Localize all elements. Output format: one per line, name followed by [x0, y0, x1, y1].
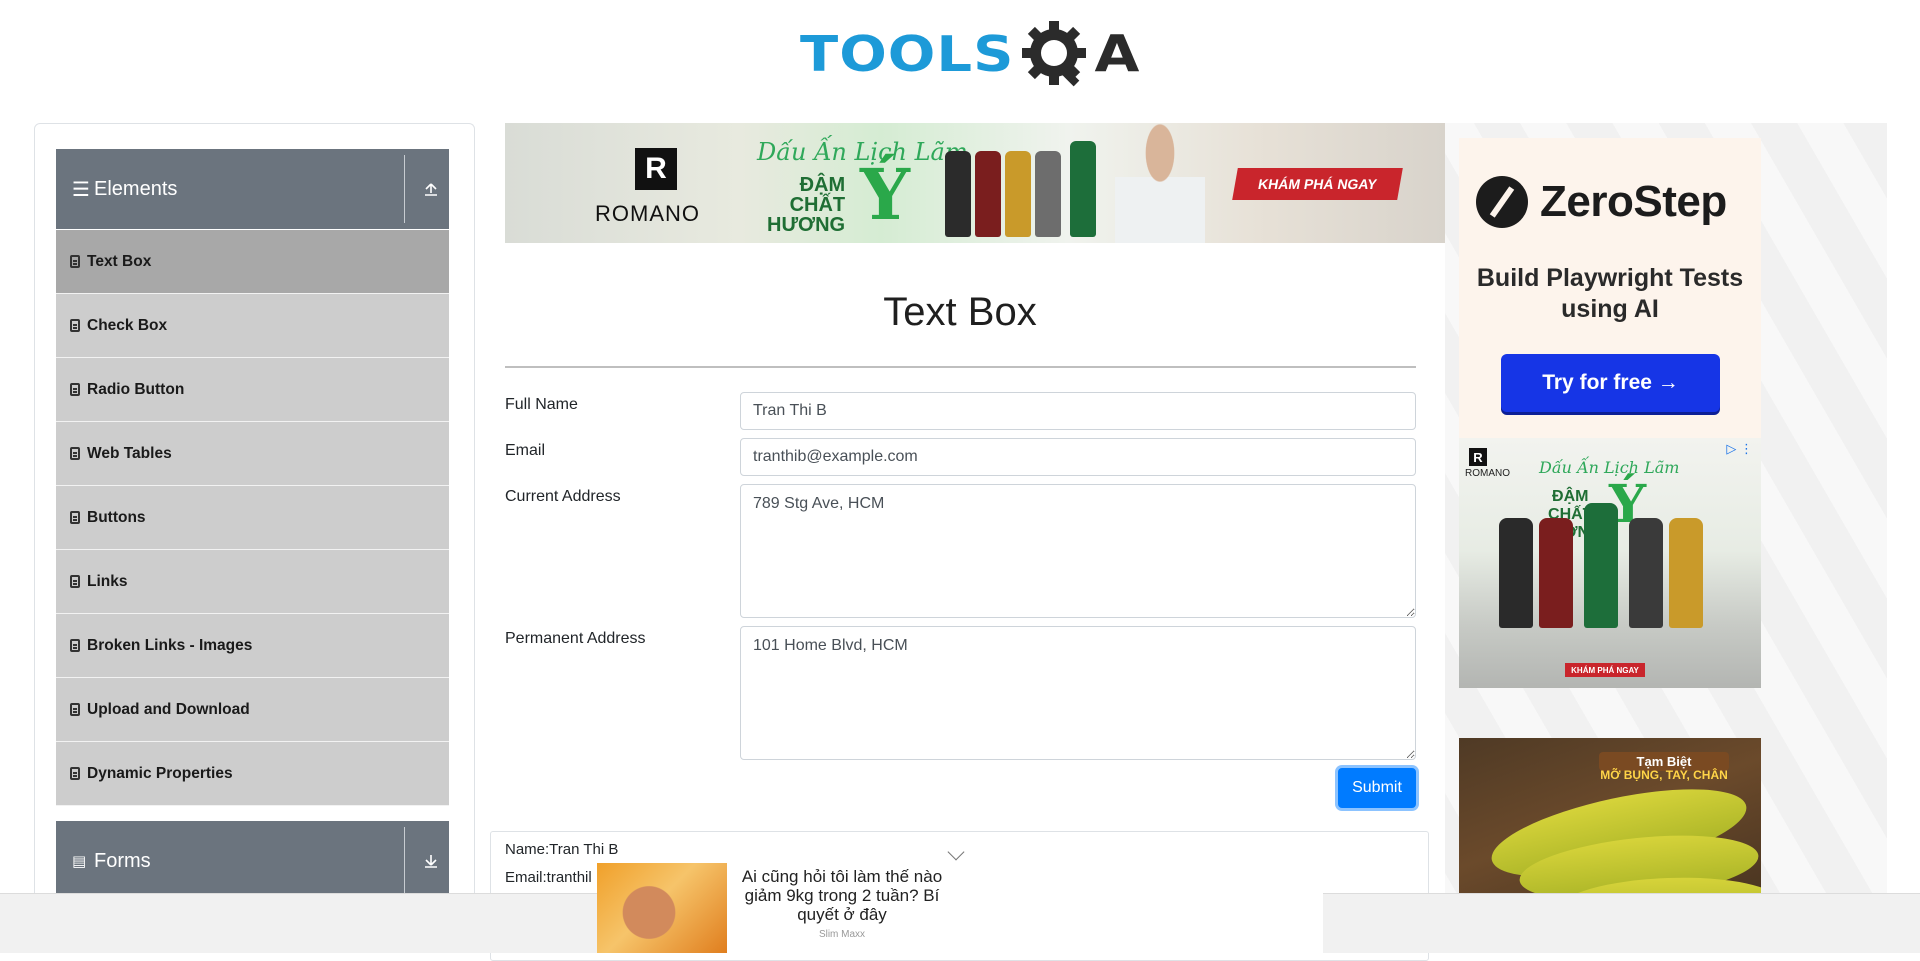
full-name-label: Full Name — [505, 396, 578, 413]
zerostep-logo-icon — [1476, 176, 1528, 228]
ad-thumbnail — [597, 863, 727, 953]
sidebar-item-label: Broken Links - Images — [87, 636, 253, 654]
site-header: TOOLS A — [0, 0, 1920, 110]
sidebar-item-dynamic-properties[interactable]: Dynamic Properties — [56, 742, 449, 806]
email-label: Email — [505, 442, 546, 459]
sidebar-item-web-tables[interactable]: Web Tables — [56, 422, 449, 486]
page-title: Text Box — [883, 290, 1037, 334]
sidebar-item-radio-button[interactable]: Radio Button — [56, 358, 449, 422]
group-header-forms[interactable]: ▤ Forms — [56, 821, 449, 901]
romano-cta[interactable]: KHÁM PHÁ NGAY — [1565, 663, 1645, 677]
item-icon — [70, 255, 80, 268]
product-bottle — [1499, 518, 1533, 628]
group-divider — [404, 155, 405, 223]
sidebar-item-label: Dynamic Properties — [87, 764, 233, 782]
product-bottle — [1669, 518, 1703, 628]
romano-mark: R — [1469, 448, 1487, 466]
logo-text-tools: TOOLS — [800, 25, 1015, 83]
product-bottle — [1035, 151, 1061, 237]
item-icon — [70, 767, 80, 780]
romano-brand: ROMANO — [595, 201, 700, 226]
bottom-ad-source: Slim Maxx — [818, 929, 866, 940]
sidebar-item-label: Radio Button — [87, 380, 185, 398]
banana-ad-subtitle: MỠ BỤNG, TAY, CHÂN — [1600, 768, 1728, 782]
sidebar-item-label: Upload and Download — [87, 700, 250, 718]
group-header-elements[interactable]: ☰ Elements — [56, 149, 449, 229]
sidebar-item-text-box[interactable]: Text Box — [56, 230, 449, 294]
item-icon — [70, 575, 80, 588]
product-bottle — [1005, 151, 1031, 237]
menu-icon: ☰ — [72, 178, 90, 201]
try-for-free-button[interactable]: Try for free → — [1501, 354, 1720, 412]
sidebar-item-check-box[interactable]: Check Box — [56, 294, 449, 358]
group-divider — [404, 827, 405, 895]
sidebar-item-label: Check Box — [87, 316, 168, 334]
sidebar-item-label: Links — [87, 572, 128, 590]
toolsqa-logo[interactable]: TOOLS A — [800, 14, 1139, 94]
item-icon — [70, 319, 80, 332]
sidebar-item-label: Text Box — [87, 252, 152, 270]
title-divider — [505, 366, 1416, 368]
collapse-up-icon[interactable] — [412, 149, 449, 229]
gear-q-icon — [1018, 17, 1092, 91]
expand-down-icon[interactable] — [412, 821, 449, 901]
romano-brand: ROMANO — [1465, 468, 1510, 479]
item-icon — [70, 511, 80, 524]
product-bottle — [1539, 518, 1573, 628]
current-address-label: Current Address — [505, 488, 621, 505]
elements-menu-list: Text Box Check Box Radio Button Web Tabl… — [56, 230, 449, 806]
item-icon — [70, 703, 80, 716]
email-input[interactable] — [740, 438, 1416, 476]
item-icon — [70, 639, 80, 652]
group-label-elements: Elements — [94, 177, 178, 200]
permanent-address-label: Permanent Address — [505, 630, 646, 647]
product-bottle — [1070, 141, 1096, 237]
sidebar-item-upload-download[interactable]: Upload and Download — [56, 678, 449, 742]
bottom-ad-text: Ai cũng hỏi tôi làm thế nào giảm 9kg tro… — [741, 867, 943, 924]
sidebar-item-links[interactable]: Links — [56, 550, 449, 614]
sidebar-item-label: Buttons — [87, 508, 146, 526]
sidebar-item-buttons[interactable]: Buttons — [56, 486, 449, 550]
product-bottle — [975, 151, 1001, 237]
item-icon — [70, 447, 80, 460]
banner-cta-button[interactable]: KHÁM PHÁ NGAY — [1232, 168, 1403, 200]
top-banner-ad[interactable]: R ROMANO Dấu Ấn Lịch Lãm ĐẬM CHẤT HƯƠNG … — [505, 123, 1445, 243]
full-name-input[interactable] — [740, 392, 1416, 430]
logo-text-a: A — [1094, 24, 1140, 84]
left-sidebar: ☰ Elements Text Box Check Box Radio Butt… — [34, 123, 475, 953]
romano-mark: R — [635, 148, 677, 190]
current-address-textarea[interactable]: 789 Stg Ave, HCM — [740, 484, 1416, 618]
adchoices-icon[interactable]: ▷ ⋮ — [1726, 441, 1753, 457]
romano-side-ad[interactable]: ▷ ⋮ R ROMANO Dấu Ấn Lịch Lãm ĐẬM CHẤT HƯ… — [1459, 438, 1761, 688]
bottom-sticky-ad[interactable]: Ai cũng hỏi tôi làm thế nào giảm 9kg tro… — [597, 863, 1323, 953]
zerostep-ad[interactable]: ZeroStep Build Playwright Tests using AI… — [1459, 138, 1761, 438]
zerostep-brand: ZeroStep — [1476, 176, 1727, 228]
zerostep-name: ZeroStep — [1540, 177, 1727, 226]
submit-button[interactable]: Submit — [1338, 768, 1416, 808]
sidebar-item-broken-links[interactable]: Broken Links - Images — [56, 614, 449, 678]
product-bottle — [1584, 503, 1618, 628]
banner-headline: ĐẬM CHẤT HƯƠNG — [767, 174, 846, 236]
product-bottle — [1629, 518, 1663, 628]
sidebar-item-label: Web Tables — [87, 444, 172, 462]
banner-headline-letter: Ý — [860, 153, 910, 236]
permanent-address-textarea[interactable]: 101 Home Blvd, HCM — [740, 626, 1416, 760]
group-label-forms: Forms — [94, 849, 151, 872]
item-icon — [70, 383, 80, 396]
document-icon: ▤ — [72, 853, 87, 870]
zerostep-subtitle: Build Playwright Tests using AI — [1476, 264, 1744, 323]
product-bottle — [945, 151, 971, 237]
model-image — [1115, 123, 1205, 243]
